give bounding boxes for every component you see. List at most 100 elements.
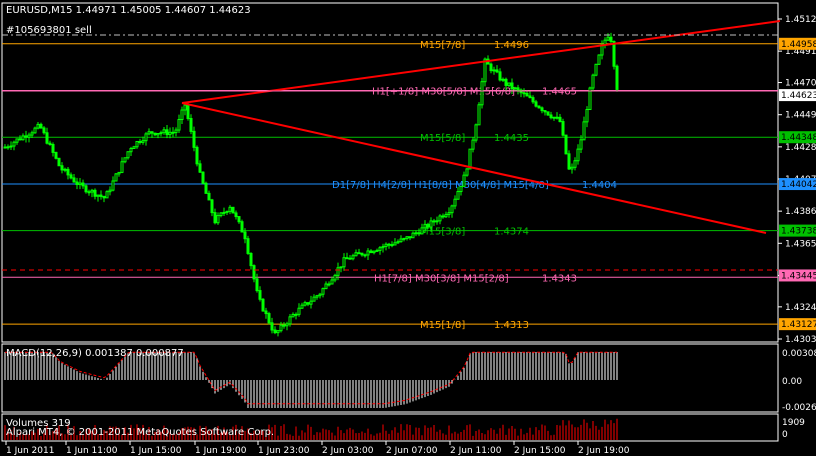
candle <box>123 157 127 164</box>
price-badge: 1.44348 <box>779 131 816 144</box>
candle <box>105 190 109 199</box>
candle <box>165 124 169 139</box>
candle <box>42 126 46 135</box>
candle <box>576 144 580 165</box>
level-value: 1.4496 <box>494 40 529 51</box>
candle <box>129 146 133 156</box>
candle <box>135 140 139 149</box>
candle <box>480 77 484 109</box>
candle <box>309 295 313 309</box>
candle <box>60 162 64 174</box>
candle <box>231 206 235 214</box>
candle <box>306 302 310 307</box>
level-name: H1[7/8] M30[3/8] M15[2/8] <box>374 273 509 284</box>
candle <box>537 105 541 109</box>
level-value: 1.4374 <box>494 227 529 238</box>
macd-tick-bottom: -0.002624 <box>782 403 816 413</box>
candle <box>321 287 325 298</box>
candle <box>324 281 328 290</box>
candle <box>15 138 19 145</box>
candle <box>297 303 301 317</box>
candle <box>12 140 16 151</box>
candle <box>81 179 85 189</box>
candle <box>192 126 196 152</box>
time-tick-label: 1 Jun 15:00 <box>130 446 182 456</box>
chart-canvas[interactable]: M15[7/8] 1.4496 H1[+1/8] M30[5/8] M15[6/8]… <box>0 0 816 456</box>
candle <box>24 130 28 143</box>
candle <box>600 40 604 60</box>
candle <box>501 77 505 83</box>
candle <box>87 189 91 196</box>
candle <box>387 242 391 249</box>
candle <box>177 114 181 133</box>
candle <box>36 122 40 130</box>
candle <box>138 138 142 145</box>
trendline-lower[interactable] <box>181 102 767 234</box>
price-badge: 1.44958 <box>779 37 816 50</box>
candle <box>414 230 418 237</box>
macd-label: MACD(12,26,9) 0.001387 0.000877 <box>6 348 184 359</box>
candle <box>21 133 25 141</box>
candle <box>318 292 322 299</box>
candle <box>48 140 52 146</box>
order-label[interactable]: #105693801 sell <box>6 25 92 36</box>
candle <box>561 118 565 137</box>
price-badge-label: 1.44348 <box>781 133 816 143</box>
candle <box>408 236 412 241</box>
price-scale[interactable]: 1.451201.449101.447051.444951.442851.440… <box>778 15 816 345</box>
candle <box>432 218 436 226</box>
candle <box>597 54 601 65</box>
candle <box>255 273 259 293</box>
candle <box>93 188 97 200</box>
time-tick-label: 2 Jun 15:00 <box>514 446 566 456</box>
candle <box>567 150 571 171</box>
level-name: M15[3/8] <box>420 227 465 238</box>
time-tick-label: 2 Jun 19:00 <box>578 446 630 456</box>
copyright-text: Alpari MT4, © 2001-2011 MetaQuotes Softw… <box>6 427 274 438</box>
price-badge-label: 1.43738 <box>781 227 816 237</box>
candle <box>360 252 364 257</box>
candle <box>459 185 463 196</box>
candle <box>543 110 547 116</box>
candle <box>348 254 352 260</box>
candle <box>402 237 406 242</box>
candle <box>75 177 79 190</box>
candle <box>9 141 13 150</box>
candle <box>531 95 535 104</box>
candle <box>495 65 499 74</box>
price-badge: 1.44042 <box>779 178 816 191</box>
price-badge: 1.43738 <box>779 224 816 237</box>
candle <box>390 241 394 248</box>
candle <box>27 132 31 143</box>
price-badge: 1.44623 <box>779 89 816 102</box>
candle <box>591 73 595 92</box>
candle <box>585 106 589 128</box>
time-tick-label: 1 Jun 11:00 <box>66 446 118 456</box>
candle <box>345 252 349 260</box>
candle <box>549 111 553 120</box>
time-tick-label: 2 Jun 07:00 <box>386 446 438 456</box>
time-axis[interactable]: 1 Jun 2011 1 Jun 11:00 1 Jun 15:00 1 Jun 19… <box>5 441 630 456</box>
candle <box>273 326 277 335</box>
candle <box>162 126 166 135</box>
candle <box>207 190 211 201</box>
candle <box>489 62 493 74</box>
candle <box>534 99 538 108</box>
candle <box>564 134 568 155</box>
candle <box>294 312 298 320</box>
candle <box>435 216 439 225</box>
price-tick-label: 1.43865 <box>785 207 816 217</box>
candle <box>276 329 280 337</box>
macd-indicator <box>4 351 618 408</box>
price-badge-label: 1.43127 <box>781 320 816 330</box>
level-name: D1[7/8] H4[2/8] H1[8/8] M30[4/8] M15[4/8… <box>332 180 549 191</box>
candle <box>339 266 343 273</box>
candle <box>117 171 121 177</box>
candle <box>234 210 238 220</box>
candle <box>183 104 187 116</box>
candle <box>270 317 274 334</box>
candle <box>444 211 448 218</box>
candle <box>285 321 289 331</box>
candle <box>558 113 562 123</box>
candle <box>141 136 145 145</box>
